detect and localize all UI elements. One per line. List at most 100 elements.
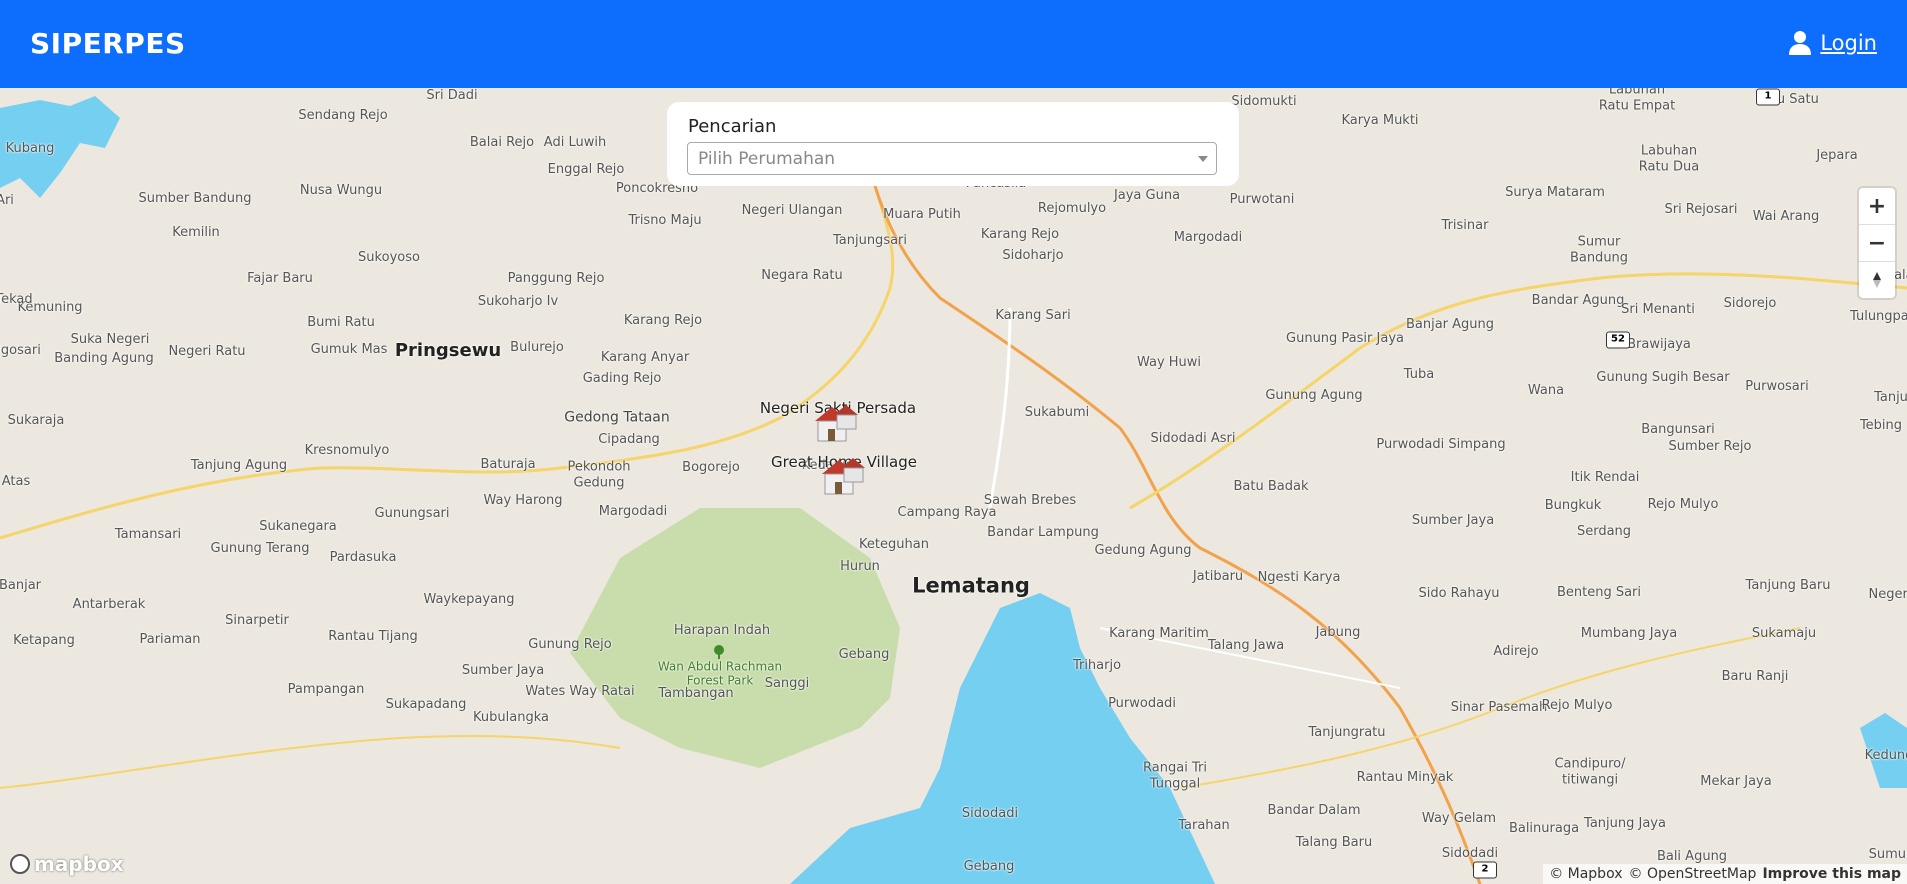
place-label: Tulungpasik — [1850, 309, 1907, 325]
place-label: Negeri Ulangan — [741, 203, 843, 219]
login-label[interactable]: Login — [1820, 31, 1877, 55]
place-label: Gunung Rejo — [528, 637, 612, 653]
place-label: Ngosari — [0, 343, 41, 359]
place-label: Ari — [0, 193, 14, 209]
place-label: Itik Rendai — [1570, 470, 1640, 486]
place-label: Karya Mukti — [1341, 113, 1419, 129]
place-label: Rejomulyo — [1037, 201, 1107, 217]
place-label: Campang Raya — [897, 505, 997, 521]
house-marker-icon[interactable] — [810, 399, 860, 447]
place-label: Sri Dadi — [426, 88, 478, 104]
place-label: Karang Anyar — [600, 350, 690, 366]
place-label: Sukanegara — [259, 519, 337, 535]
place-label: Kubulangka — [473, 710, 549, 726]
place-label: Tamansari — [114, 527, 182, 543]
place-label: Sumber Jaya — [461, 663, 545, 679]
house-marker-icon[interactable] — [817, 452, 867, 500]
place-label: Rangai Tri Tunggal — [1143, 760, 1207, 791]
housing-select-placeholder: Pilih Perumahan — [698, 149, 836, 169]
place-label: Sumber Jaya — [1411, 513, 1495, 529]
place-label: Kubang — [5, 141, 55, 157]
place-label: Bandar Agung — [1531, 293, 1625, 309]
place-label: Fajar Baru — [247, 271, 313, 287]
place-label: Tambangan — [658, 686, 734, 702]
place-label: Sukoyoso — [358, 250, 420, 266]
place-label: Enggal Rejo — [547, 162, 625, 178]
place-label: Jaya Guna — [1113, 188, 1181, 204]
place-label: Nusa Wungu — [299, 183, 383, 199]
place-label: Negara Ratu — [761, 268, 843, 284]
place-label: Wai Arang — [1752, 209, 1820, 225]
place-label: Ketapang — [13, 633, 75, 649]
tree-icon — [713, 644, 725, 659]
place-label: Sinar Pasemah — [1450, 700, 1548, 716]
place-label: Gumuk Mas — [310, 342, 388, 358]
place-label: Tebing — [1859, 418, 1903, 434]
mapbox-logo[interactable]: mapbox — [10, 852, 124, 876]
brand-logo[interactable]: SIPERPES — [30, 27, 186, 60]
place-label: Rantau Tijang — [328, 629, 418, 645]
map-canvas[interactable]: Sri Dadi Sendang Rejo Balai Rejo Adi Luw… — [0, 88, 1907, 884]
zoom-in-button[interactable]: + — [1859, 188, 1895, 225]
map-navigation-controls: + − — [1859, 188, 1895, 298]
place-label: Batu Badak — [1233, 479, 1309, 495]
place-label: Sidoharjo — [1002, 248, 1064, 264]
place-label: Karang Maritim — [1109, 626, 1209, 642]
place-label: Baturaja — [480, 457, 536, 473]
place-label: Tanjung Jaya — [1584, 816, 1666, 832]
osm-attribution-link[interactable]: © OpenStreetMap — [1629, 866, 1757, 882]
place-label: Sidodadi — [1441, 846, 1499, 862]
place-label: Bogorejo — [682, 460, 740, 476]
place-label: Jepara — [1816, 148, 1858, 164]
place-label: Sinarpetir — [225, 613, 289, 629]
place-label: Hurun — [840, 559, 880, 575]
login-link[interactable]: Login — [1788, 30, 1877, 56]
place-label: Purwodadi Simpang — [1376, 437, 1506, 453]
place-label: Sidorejo — [1723, 296, 1777, 312]
place-label: Sumber Rejo — [1668, 439, 1752, 455]
place-label: Talang Jawa — [1207, 638, 1285, 654]
place-label: Tarahan — [1178, 818, 1230, 834]
mapbox-attribution-link[interactable]: © Mapbox — [1549, 866, 1622, 882]
place-label: Antarberak — [72, 597, 146, 613]
place-label: Benteng Sari — [1556, 585, 1642, 601]
place-label: Gunung Agung — [1265, 388, 1363, 404]
place-label: Kedung — [1864, 748, 1907, 764]
place-label: Baru Ranji — [1721, 669, 1789, 685]
place-label: Bulurejo — [510, 340, 564, 356]
place-label: Margodadi — [1173, 230, 1243, 246]
place-label: Sri Rejosari — [1664, 202, 1738, 218]
place-label: Bali Agung — [1656, 849, 1728, 865]
place-label: Pardasuka — [329, 550, 397, 566]
place-label: Gebang — [963, 859, 1015, 875]
zoom-out-button[interactable]: − — [1859, 225, 1895, 262]
search-title: Pencarian — [688, 116, 777, 137]
place-label: Sri Menanti — [1621, 302, 1695, 318]
housing-select[interactable]: Pilih Perumahan — [687, 142, 1217, 175]
map-attribution: © Mapbox © OpenStreetMap Improve this ma… — [1543, 864, 1907, 884]
place-label: Jatibaru — [1192, 569, 1244, 585]
place-label: Ngesti Karya — [1257, 570, 1341, 586]
place-label: Brawijaya — [1627, 337, 1691, 353]
place-label: Sumur — [1868, 847, 1907, 863]
place-label: Triharjo — [1072, 658, 1122, 674]
place-label: Waykepayang — [423, 592, 515, 608]
navbar: SIPERPES Login — [0, 0, 1907, 88]
place-label: Gunung Sugih Besar — [1596, 370, 1730, 386]
place-label: Sidodadi — [961, 806, 1019, 822]
place-label: Labuhan Ratu Empat — [1598, 88, 1676, 113]
place-label: Sumber Bandung — [138, 191, 252, 207]
place-label: Gunung Pasir Jaya — [1286, 331, 1404, 347]
improve-map-link[interactable]: Improve this map — [1762, 866, 1901, 882]
place-label: Tuba — [1403, 367, 1435, 383]
place-label: Serdang — [1576, 524, 1632, 540]
place-label: Wan Abdul Rachman Forest Park — [657, 659, 783, 688]
place-label: Muara Putih — [883, 207, 961, 223]
place-label: Panggung Rejo — [507, 271, 605, 287]
compass-button[interactable] — [1859, 262, 1895, 298]
place-label: Harapan Indah — [673, 623, 771, 639]
place-label: Balai Rejo — [469, 135, 535, 151]
place-label: Karang Sari — [995, 308, 1071, 324]
mapbox-logo-icon — [10, 854, 30, 874]
place-label: Gunung Terang — [210, 541, 310, 557]
